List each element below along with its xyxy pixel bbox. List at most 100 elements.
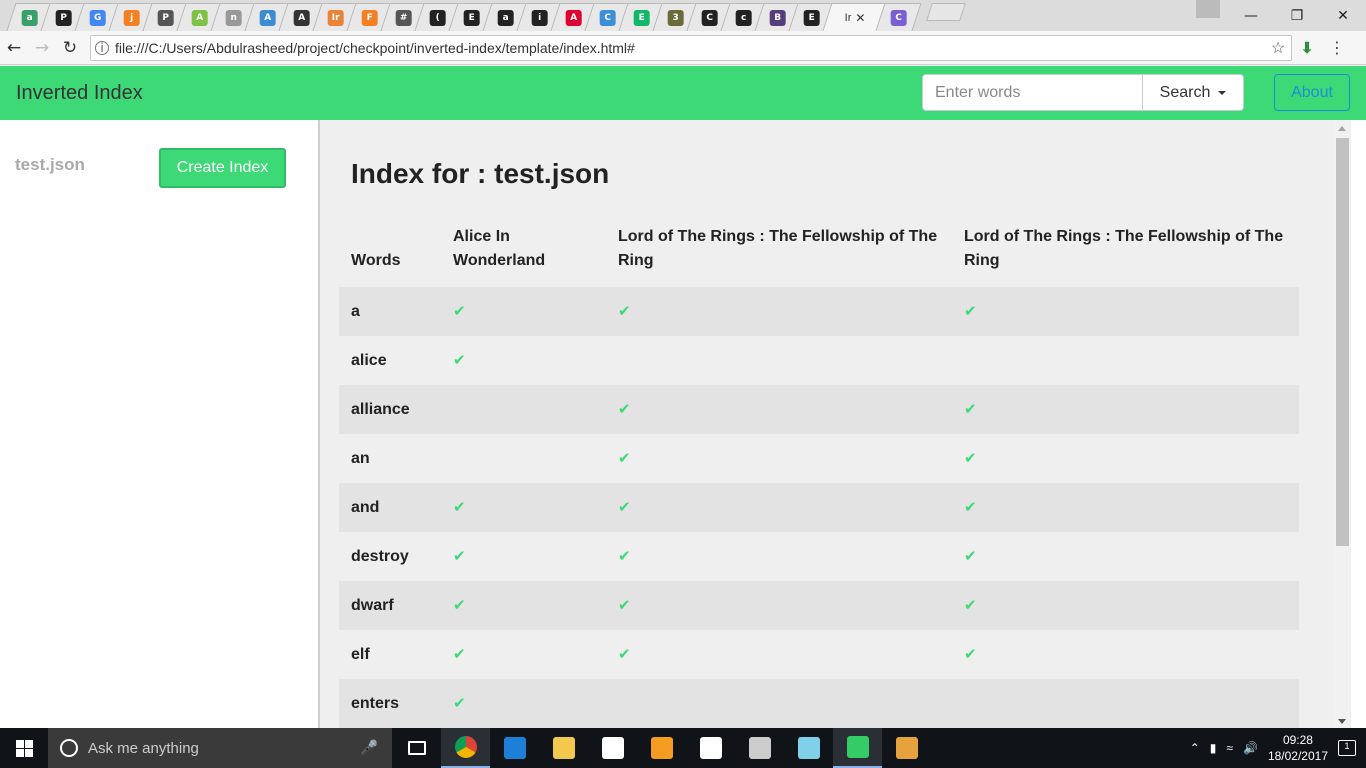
chevron-up-icon[interactable]: ⌃ [1190, 741, 1200, 755]
bookmark-star-icon[interactable]: ☆ [1265, 38, 1291, 58]
menu-icon[interactable]: ⋮ [1322, 38, 1352, 57]
table-row: alliance ✔ ✔ [339, 385, 1299, 434]
table-row: elf ✔ ✔ ✔ [339, 630, 1299, 679]
bootstrap-icon: B [769, 9, 786, 26]
reload-icon[interactable]: ↻ [56, 34, 84, 62]
scroll-down-arrow-icon[interactable] [1338, 719, 1346, 724]
table-header-row: Words Alice In Wonderland Lord of The Ri… [339, 219, 1299, 287]
presence-cell: ✔ [441, 287, 606, 336]
brand-title[interactable]: Inverted Index [16, 82, 143, 105]
cortana-placeholder: Ask me anything [88, 739, 199, 757]
word-cell: a [339, 287, 441, 336]
notification-center-icon[interactable]: 1 [1338, 740, 1356, 756]
close-icon[interactable]: ✕ [1320, 0, 1366, 31]
presence-cell [952, 679, 1299, 728]
check-icon: ✔ [964, 302, 977, 320]
hash-icon: # [395, 9, 412, 26]
circle-icon: C [890, 9, 907, 26]
presence-cell: ✔ [606, 287, 952, 336]
new-tab-button[interactable] [926, 3, 966, 21]
info-icon[interactable]: i [95, 40, 109, 55]
start-button[interactable] [0, 728, 48, 768]
browser-tab[interactable]: C [875, 3, 922, 31]
cortana-search[interactable]: Ask me anything 🎤 [48, 728, 392, 768]
task-view-icon-glyph [407, 741, 426, 755]
microphone-icon[interactable]: 🎤 [361, 740, 378, 756]
check-icon: ✔ [618, 547, 631, 565]
check-icon: ✔ [618, 596, 631, 614]
check-icon: ✔ [453, 547, 466, 565]
minimize-icon[interactable]: — [1228, 0, 1274, 31]
check-icon: ✔ [964, 596, 977, 614]
torrent-icon[interactable] [833, 728, 882, 768]
pinned-apps [392, 728, 931, 768]
store-icon[interactable] [588, 728, 637, 768]
page-scrollbar[interactable] [1334, 120, 1351, 728]
url-text[interactable]: file:///C:/Users/Abdulrasheed/project/ch… [115, 40, 1265, 56]
search-input[interactable] [922, 74, 1144, 111]
presence-cell: ✔ [441, 336, 606, 385]
presence-cell: ✔ [952, 630, 1299, 679]
word-cell: dwarf [339, 581, 441, 630]
presence-cell: ✔ [952, 581, 1299, 630]
edge-icon-glyph [503, 737, 526, 759]
chrome-icon-glyph [454, 736, 477, 758]
clock-time: 09:28 [1282, 733, 1313, 747]
github-icon: c [735, 9, 752, 26]
mountain-icon: C [701, 9, 718, 26]
app-navbar: Inverted Index Search About [0, 66, 1366, 120]
index-table: Words Alice In Wonderland Lord of The Ri… [339, 219, 1299, 728]
word-cell: and [339, 483, 441, 532]
system-tray: ⌃ ▮ ≈ 🔊 09:28 18/02/2017 1 [1190, 732, 1366, 764]
download-extension-icon[interactable]: ⬇ [1292, 39, 1322, 57]
clock[interactable]: 09:28 18/02/2017 [1268, 732, 1328, 764]
browser-toolbar: ← → ↻ i file:///C:/Users/Abdulrasheed/pr… [0, 31, 1366, 65]
presence-cell: ✔ [952, 385, 1299, 434]
scroll-up-arrow-icon[interactable] [1338, 126, 1346, 131]
presence-cell: ✔ [441, 581, 606, 630]
table-row: an ✔ ✔ [339, 434, 1299, 483]
about-button[interactable]: About [1274, 74, 1350, 111]
document-icon: n [225, 9, 242, 26]
google-icon: G [89, 9, 106, 26]
wifi-icon[interactable]: ≈ [1226, 741, 1233, 755]
search-dropdown-button[interactable]: Search [1142, 74, 1244, 111]
index-title: Index for : test.json [351, 158, 610, 189]
presence-cell: ✔ [952, 434, 1299, 483]
presence-cell: ✔ [606, 385, 952, 434]
lambda-icon: A [293, 9, 310, 26]
word-cell: destroy [351, 547, 409, 565]
paint-icon[interactable] [882, 728, 931, 768]
scroll-thumb[interactable] [1336, 138, 1349, 546]
table-row: dwarf ✔ ✔ ✔ [339, 581, 1299, 630]
stackoverflow-icon: F [361, 9, 378, 26]
task-view-icon[interactable] [392, 728, 441, 768]
pocket-icon: P [157, 9, 174, 26]
file-explorer-icon[interactable] [539, 728, 588, 768]
photo-icon: 3 [667, 9, 684, 26]
sublime-icon[interactable] [637, 728, 686, 768]
battery-icon[interactable]: ▮ [1210, 741, 1217, 755]
check-icon: ✔ [453, 596, 466, 614]
uploaded-file-name[interactable]: test.json [15, 155, 85, 175]
forward-icon[interactable]: → [28, 34, 56, 62]
windows-logo-icon [15, 739, 33, 757]
notes-icon[interactable] [784, 728, 833, 768]
back-icon[interactable]: ← [0, 34, 28, 62]
terminal-icon[interactable] [735, 728, 784, 768]
presence-cell: ✔ [606, 532, 952, 581]
postman-icon-glyph [699, 737, 722, 759]
paint-icon-glyph [895, 737, 918, 759]
edge-icon[interactable] [490, 728, 539, 768]
close-tab-icon[interactable]: ✕ [855, 11, 865, 25]
profile-icon[interactable] [1196, 0, 1220, 18]
column-header: Words [351, 252, 401, 269]
maximize-icon[interactable]: ❐ [1274, 0, 1320, 31]
travis-icon: A [191, 9, 208, 26]
volume-icon[interactable]: 🔊 [1243, 741, 1258, 755]
presence-cell: ✔ [952, 532, 1299, 581]
address-bar[interactable]: i file:///C:/Users/Abdulrasheed/project/… [90, 34, 1292, 61]
chrome-icon[interactable] [441, 728, 490, 768]
create-index-button[interactable]: Create Index [159, 148, 286, 188]
postman-icon[interactable] [686, 728, 735, 768]
